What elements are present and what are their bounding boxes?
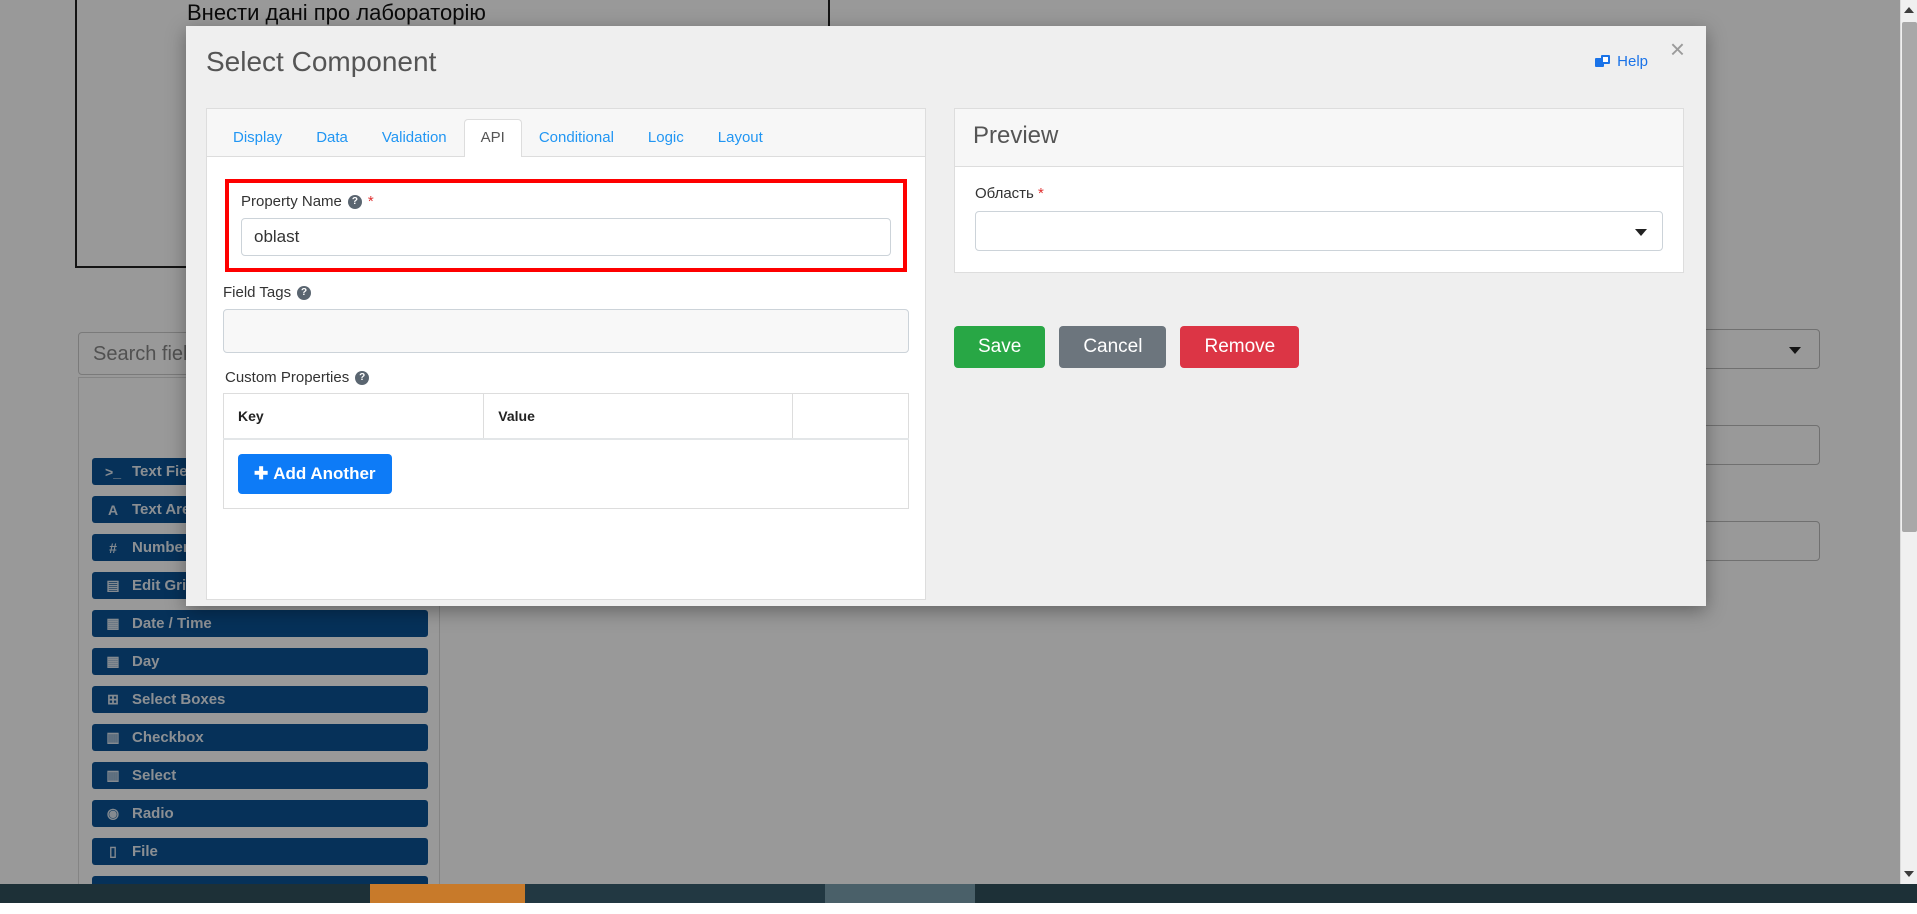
save-button[interactable]: Save (954, 326, 1045, 368)
required-indicator: * (1038, 185, 1044, 202)
taskbar-segment[interactable] (825, 884, 975, 903)
help-link[interactable]: Help (1595, 53, 1648, 70)
modal-title: Select Component (206, 46, 436, 78)
help-tooltip-icon[interactable]: ? (297, 286, 311, 300)
scroll-down-icon[interactable] (1904, 871, 1914, 877)
tab-data[interactable]: Data (299, 119, 365, 157)
scrollbar-thumb[interactable] (1902, 22, 1917, 532)
help-tooltip-icon[interactable]: ? (348, 195, 362, 209)
property-name-highlight: Property Name ? * (225, 179, 907, 272)
table-header-row: Key Value (224, 394, 909, 440)
tab-layout[interactable]: Layout (701, 119, 780, 157)
table-row-add: ✚ Add Another (224, 439, 909, 509)
tab-conditional[interactable]: Conditional (522, 119, 631, 157)
modal-action-buttons: Save Cancel Remove (954, 326, 1299, 368)
help-label: Help (1617, 53, 1648, 70)
column-header-actions (792, 394, 908, 440)
property-name-label: Property Name (241, 193, 342, 210)
add-another-cell: ✚ Add Another (224, 439, 909, 509)
preview-field-label: Область (975, 185, 1034, 202)
tab-panel-api: Property Name ? * Field Tags ? Custom Pr… (207, 157, 925, 525)
taskbar-segment-active[interactable] (370, 884, 525, 903)
tab-api[interactable]: API (464, 119, 522, 157)
plus-icon: ✚ (254, 464, 268, 484)
tab-logic[interactable]: Logic (631, 119, 701, 157)
taskbar-segment[interactable] (0, 884, 370, 903)
custom-properties-label-row: Custom Properties ? (225, 369, 909, 386)
field-tags-label-row: Field Tags ? (223, 284, 909, 301)
custom-properties-table: Key Value ✚ Add Another (223, 393, 909, 509)
settings-card: DisplayDataValidationAPIConditionalLogic… (206, 108, 926, 600)
preview-field-label-row: Область * (975, 185, 1663, 202)
column-header-value: Value (484, 394, 792, 440)
column-header-key: Key (224, 394, 484, 440)
taskbar-segment[interactable] (525, 884, 825, 903)
field-tags-label: Field Tags (223, 284, 291, 301)
scroll-up-icon[interactable] (1904, 7, 1914, 13)
cancel-button[interactable]: Cancel (1059, 326, 1166, 368)
tabs: DisplayDataValidationAPIConditionalLogic… (207, 109, 925, 157)
tab-display[interactable]: Display (216, 119, 299, 157)
remove-button[interactable]: Remove (1180, 326, 1299, 368)
field-tags-input[interactable] (223, 309, 909, 353)
property-name-label-row: Property Name ? * (241, 193, 891, 210)
add-another-label: Add Another (273, 464, 375, 484)
required-indicator: * (368, 193, 374, 210)
preview-select-dropdown[interactable] (975, 211, 1663, 251)
select-component-modal: Select Component Help × DisplayDataValid… (186, 26, 1706, 606)
tab-validation[interactable]: Validation (365, 119, 464, 157)
preview-body: Область * (955, 167, 1683, 269)
add-another-button[interactable]: ✚ Add Another (238, 454, 392, 494)
preview-card: Preview Область * (954, 108, 1684, 273)
new-window-icon (1595, 55, 1611, 69)
close-icon[interactable]: × (1670, 36, 1685, 62)
custom-properties-label: Custom Properties (225, 369, 349, 386)
taskbar[interactable] (0, 884, 1917, 903)
taskbar-segment[interactable] (975, 884, 1917, 903)
help-tooltip-icon[interactable]: ? (355, 371, 369, 385)
vertical-scrollbar[interactable] (1900, 0, 1917, 884)
preview-title: Preview (955, 109, 1683, 167)
property-name-input[interactable] (241, 218, 891, 256)
